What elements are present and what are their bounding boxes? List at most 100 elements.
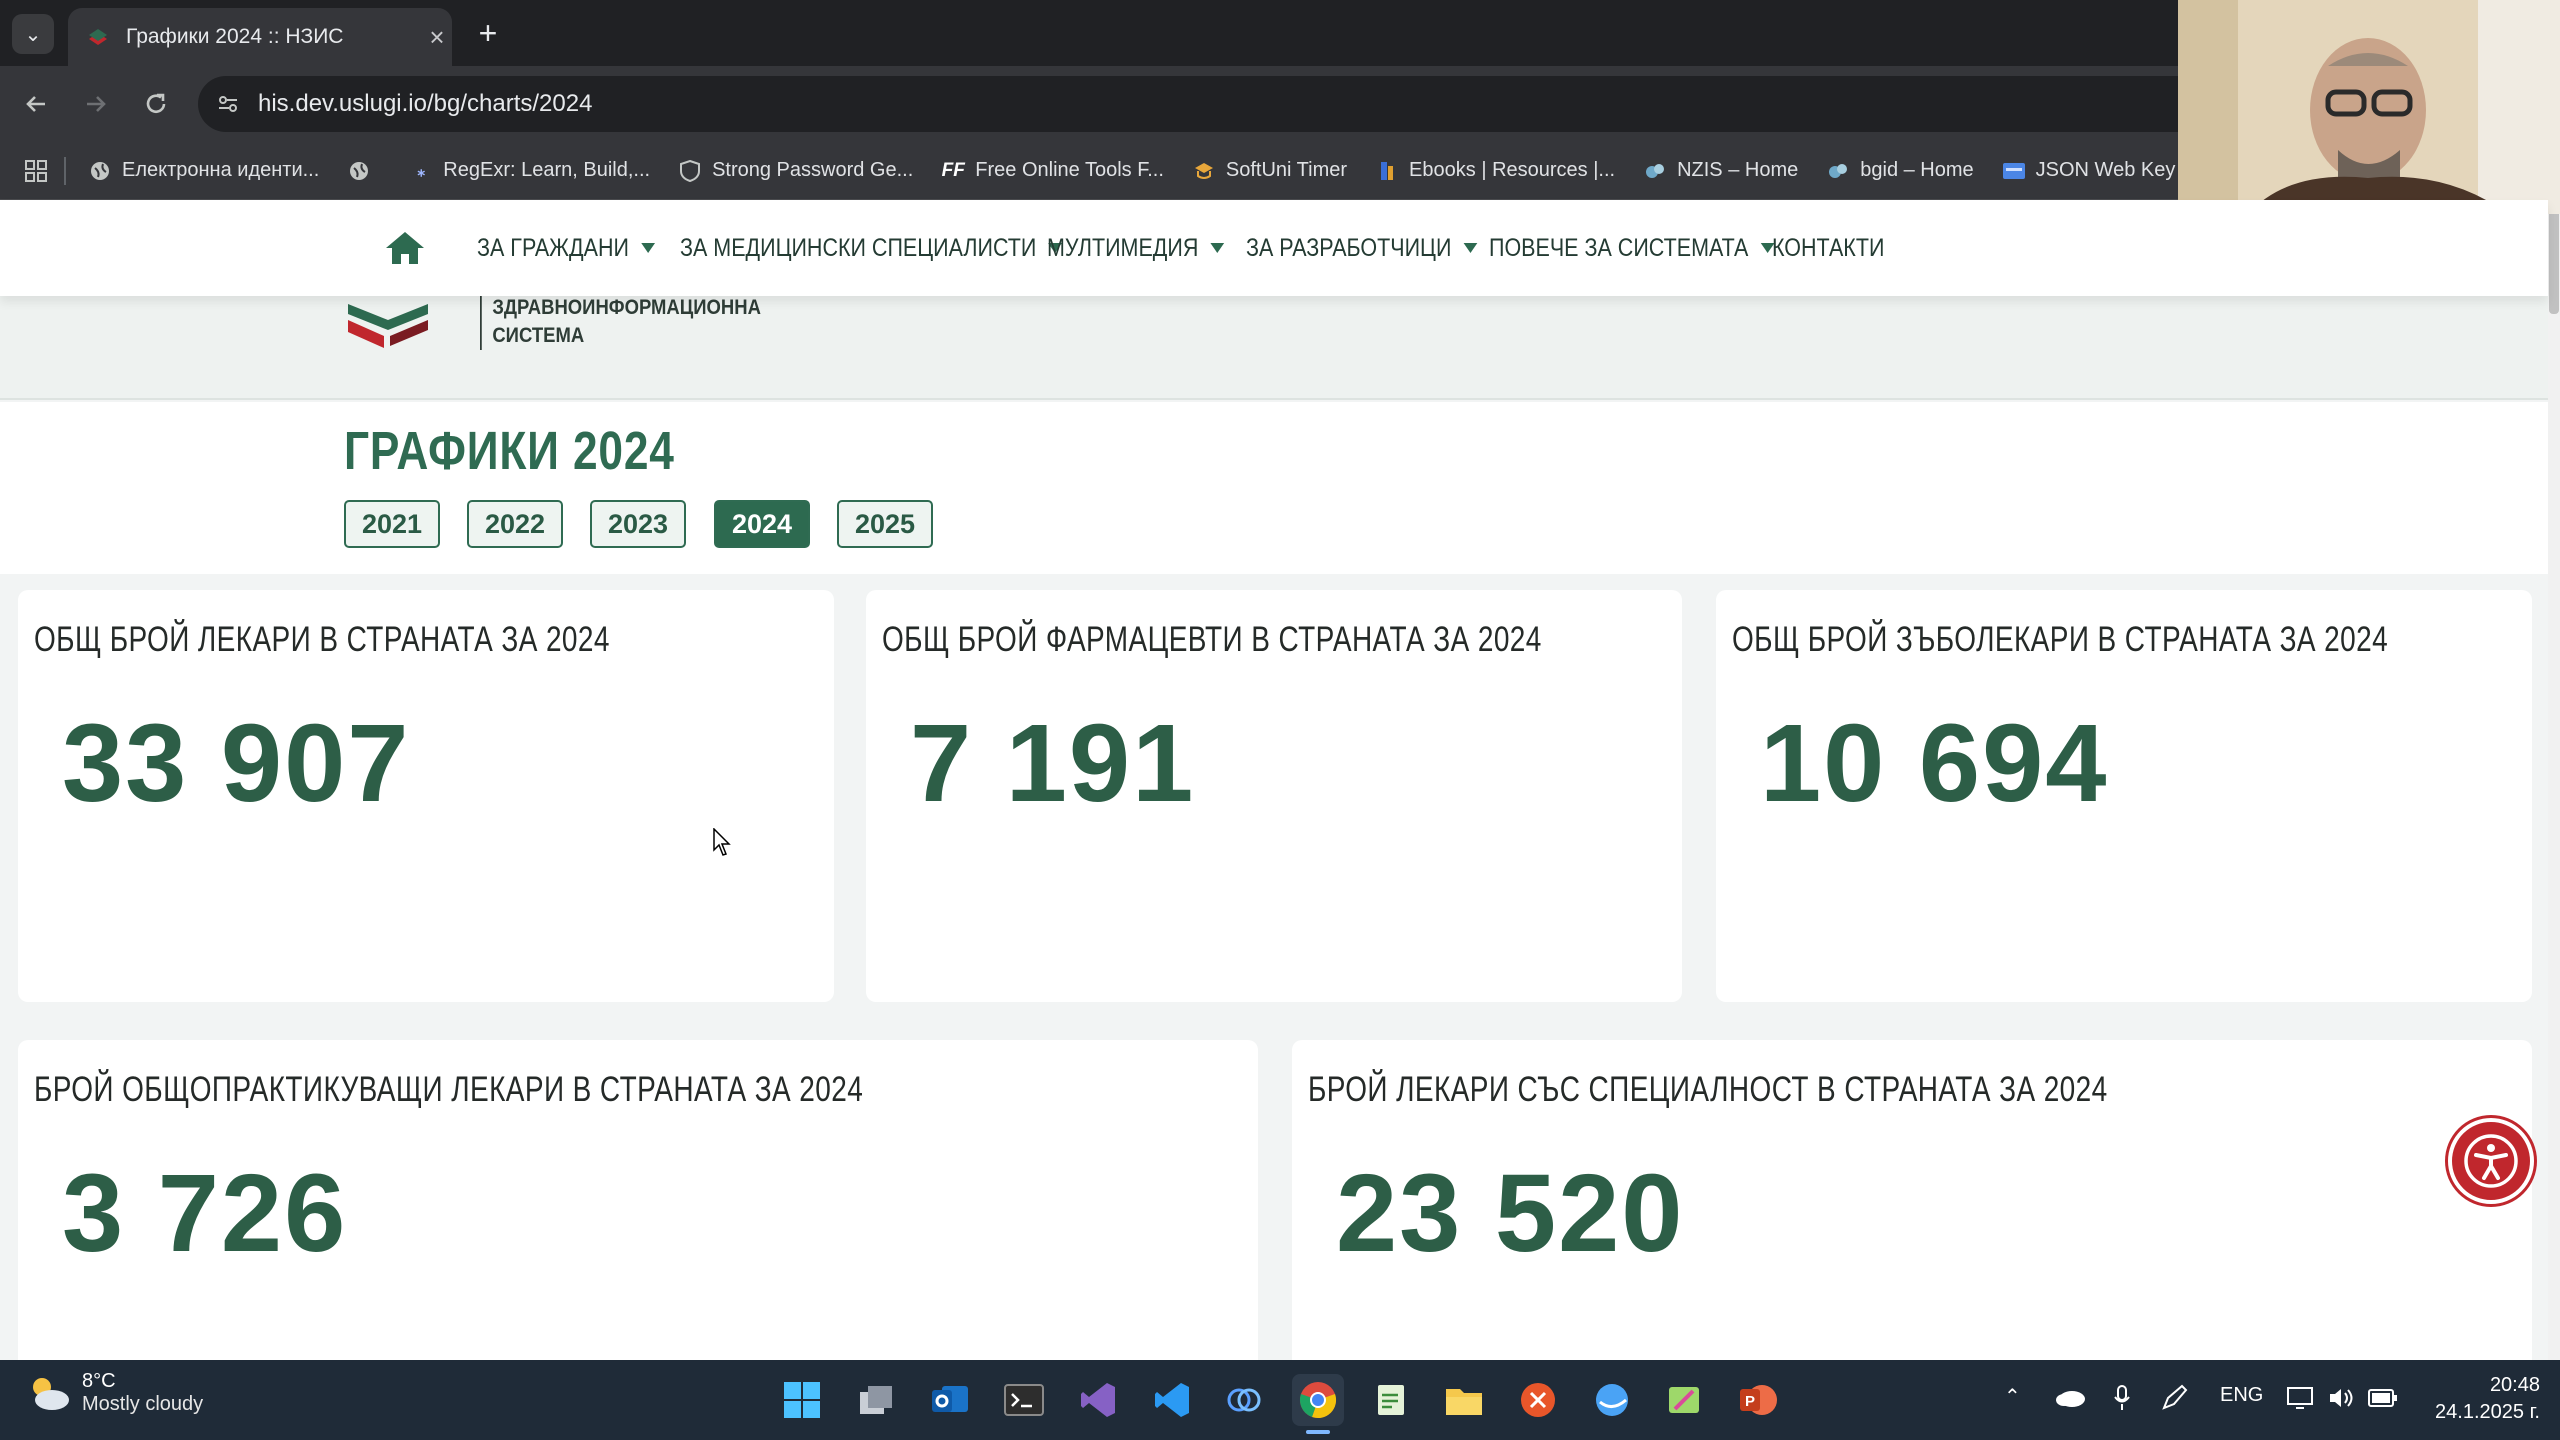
softuni-icon [1192, 159, 1216, 183]
caret-down-icon [1463, 243, 1478, 253]
nav-multimedia[interactable]: МУЛТИМЕДИЯ [1047, 200, 1225, 296]
bookmark-item[interactable]: Strong Password Ge... [678, 159, 913, 183]
powerpoint-icon[interactable]: P [1732, 1374, 1784, 1426]
remote-desktop-icon[interactable] [1512, 1374, 1564, 1426]
stat-card-title: БРОЙ ЛЕКАРИ СЪС СПЕЦИАЛНОСТ В СТРАНАТА З… [1308, 1070, 2108, 1109]
bookmarks-divider [64, 156, 66, 185]
address-bar[interactable]: his.dev.uslugi.io/bg/charts/2024 [198, 76, 2498, 132]
regexr-icon: ⁎ [417, 162, 426, 180]
windows-start-icon[interactable] [776, 1374, 828, 1426]
tab-title: Графики 2024 :: НЗИС [126, 25, 344, 48]
bookmark-label: Електронна иденти... [122, 159, 320, 181]
forward-arrow-icon[interactable] [76, 84, 116, 124]
tab-search-dropdown-icon[interactable]: ⌄ [12, 14, 54, 54]
outlook-icon[interactable] [924, 1374, 976, 1426]
year-button-2021[interactable]: 2021 [344, 500, 440, 548]
active-app-indicator [1306, 1430, 1330, 1434]
snipping-tool-icon[interactable] [1658, 1374, 1710, 1426]
back-arrow-icon[interactable] [16, 84, 56, 124]
site-favicon-icon [86, 25, 110, 49]
ff-icon: FF [941, 159, 965, 181]
file-explorer-icon[interactable] [1438, 1374, 1490, 1426]
year-button-2022[interactable]: 2022 [467, 500, 563, 548]
browser-tab[interactable]: Графики 2024 :: НЗИС × [68, 8, 452, 66]
stat-card-title: ОБЩ БРОЙ ЗЪБОЛЕКАРИ В СТРАНАТА ЗА 2024 [1732, 620, 2389, 659]
svg-text:P: P [1745, 1393, 1755, 1410]
nav-label: КОНТАКТИ [1772, 233, 1885, 262]
bookmark-item[interactable]: Ebooks | Resources |... [1375, 159, 1615, 183]
stat-card-value: 3 726 [62, 1152, 348, 1275]
site-main-nav: ЗА ГРАЖДАНИ ЗА МЕДИЦИНСКИ СПЕЦИАЛИСТИ МУ… [0, 200, 2548, 296]
visual-studio-icon[interactable] [1072, 1374, 1124, 1426]
year-button-2023[interactable]: 2023 [590, 500, 686, 548]
site-info-icon[interactable] [198, 92, 258, 116]
battery-icon[interactable] [2368, 1388, 2398, 1413]
vscode-icon[interactable] [1146, 1374, 1198, 1426]
logo-text-line2: СИСТЕМА [492, 324, 585, 347]
task-view-icon[interactable] [850, 1374, 902, 1426]
accessibility-icon [2464, 1134, 2518, 1188]
home-icon[interactable] [384, 230, 426, 266]
accessibility-button[interactable] [2448, 1118, 2534, 1204]
bookmarks-bar: Електронна иденти... ⁎ RegExr: Learn, Bui… [0, 142, 2560, 200]
nav-about-system[interactable]: ПОВЕЧЕ ЗА СИСТЕМАТА [1489, 200, 1775, 296]
bookmark-item[interactable] [347, 159, 381, 183]
bgid-icon [1826, 159, 1850, 183]
caret-down-icon [640, 243, 655, 253]
stat-card-doctors: ОБЩ БРОЙ ЛЕКАРИ В СТРАНАТА ЗА 2024 33 90… [18, 590, 834, 1002]
nav-label: ЗА РАЗРАБОТЧИЦИ [1246, 233, 1452, 262]
stat-card-title: БРОЙ ОБЩОПРАКТИКУВАЩИ ЛЕКАРИ В СТРАНАТА … [34, 1070, 864, 1109]
logo-text: ЗДРАВНОИНФОРМАЦИОННА СИСТЕМА [480, 294, 761, 350]
microphone-icon[interactable] [2112, 1384, 2132, 1417]
bookmark-item[interactable]: ⁎ RegExr: Learn, Build,... [409, 159, 651, 183]
clock-date: 24.1.2025 г. [2435, 1401, 2540, 1423]
bookmark-item[interactable]: SoftUni Timer [1192, 159, 1347, 183]
new-tab-button[interactable]: + [470, 14, 506, 52]
onedrive-icon[interactable] [2054, 1386, 2086, 1413]
url-text: his.dev.uslugi.io/bg/charts/2024 [258, 90, 593, 117]
nav-medical-specialists[interactable]: ЗА МЕДИЦИНСКИ СПЕЦИАЛИСТИ [680, 200, 1063, 296]
bookmark-item[interactable]: FF Free Online Tools F... [941, 159, 1164, 183]
weather-widget[interactable]: 8°C Mostly cloudy [26, 1370, 203, 1416]
bookmark-item[interactable]: Електронна иденти... [88, 159, 319, 183]
chrome-icon[interactable] [1292, 1374, 1344, 1426]
close-tab-icon[interactable]: × [422, 22, 452, 53]
network-icon[interactable] [2286, 1386, 2316, 1415]
ebooks-icon [1375, 159, 1399, 183]
show-hidden-icons-chevron-icon[interactable]: ⌃ [2004, 1384, 2021, 1409]
nav-contacts[interactable]: КОНТАКТИ [1772, 200, 1884, 296]
bookmark-label: Ebooks | Resources |... [1409, 159, 1616, 181]
apps-grid-icon[interactable] [24, 159, 48, 183]
bookmark-item[interactable]: bgid – Home [1826, 159, 1974, 183]
nav-label: ЗА МЕДИЦИНСКИ СПЕЦИАЛИСТИ [680, 233, 1037, 262]
nzis-logo[interactable] [344, 296, 444, 352]
bookmark-label: SoftUni Timer [1225, 159, 1348, 181]
notepad-app-icon[interactable] [1366, 1374, 1418, 1426]
scrollbar-thumb[interactable] [2549, 210, 2559, 314]
copilot-icon[interactable] [1218, 1374, 1270, 1426]
globe-icon [88, 159, 112, 183]
docker-icon[interactable] [1586, 1374, 1638, 1426]
pen-icon[interactable] [2160, 1384, 2190, 1417]
year-button-2024[interactable]: 2024 [714, 500, 810, 548]
volume-icon[interactable] [2328, 1386, 2356, 1415]
nav-citizens[interactable]: ЗА ГРАЖДАНИ [477, 200, 655, 296]
bookmark-label: Free Online Tools F... [975, 159, 1164, 181]
logo-text-line1: ЗДРАВНОИНФОРМАЦИОННА [492, 296, 761, 319]
bookmark-label: Strong Password Ge... [712, 159, 914, 181]
cloud-sun-icon [33, 1378, 69, 1410]
reload-icon[interactable] [136, 84, 176, 124]
system-clock[interactable]: 20:48 24.1.2025 г. [2420, 1372, 2540, 1426]
input-language[interactable]: ENG [2220, 1384, 2263, 1407]
page-scrollbar[interactable] [2548, 200, 2560, 1360]
stat-card-value: 23 520 [1336, 1152, 1685, 1275]
stat-card-pharmacists: ОБЩ БРОЙ ФАРМАЦЕВТИ В СТРАНАТА ЗА 2024 7… [866, 590, 1682, 1002]
nav-developers[interactable]: ЗА РАЗРАБОТЧИЦИ [1246, 200, 1478, 296]
nav-label: МУЛТИМЕДИЯ [1047, 233, 1199, 262]
bookmark-label: RegExr: Learn, Build,... [443, 159, 651, 181]
year-button-2025[interactable]: 2025 [837, 500, 933, 548]
bookmark-item[interactable]: NZIS – Home [1643, 159, 1798, 183]
mouse-cursor-icon [713, 827, 733, 863]
terminal-icon[interactable] [998, 1374, 1050, 1426]
webcam-overlay [2178, 0, 2560, 214]
